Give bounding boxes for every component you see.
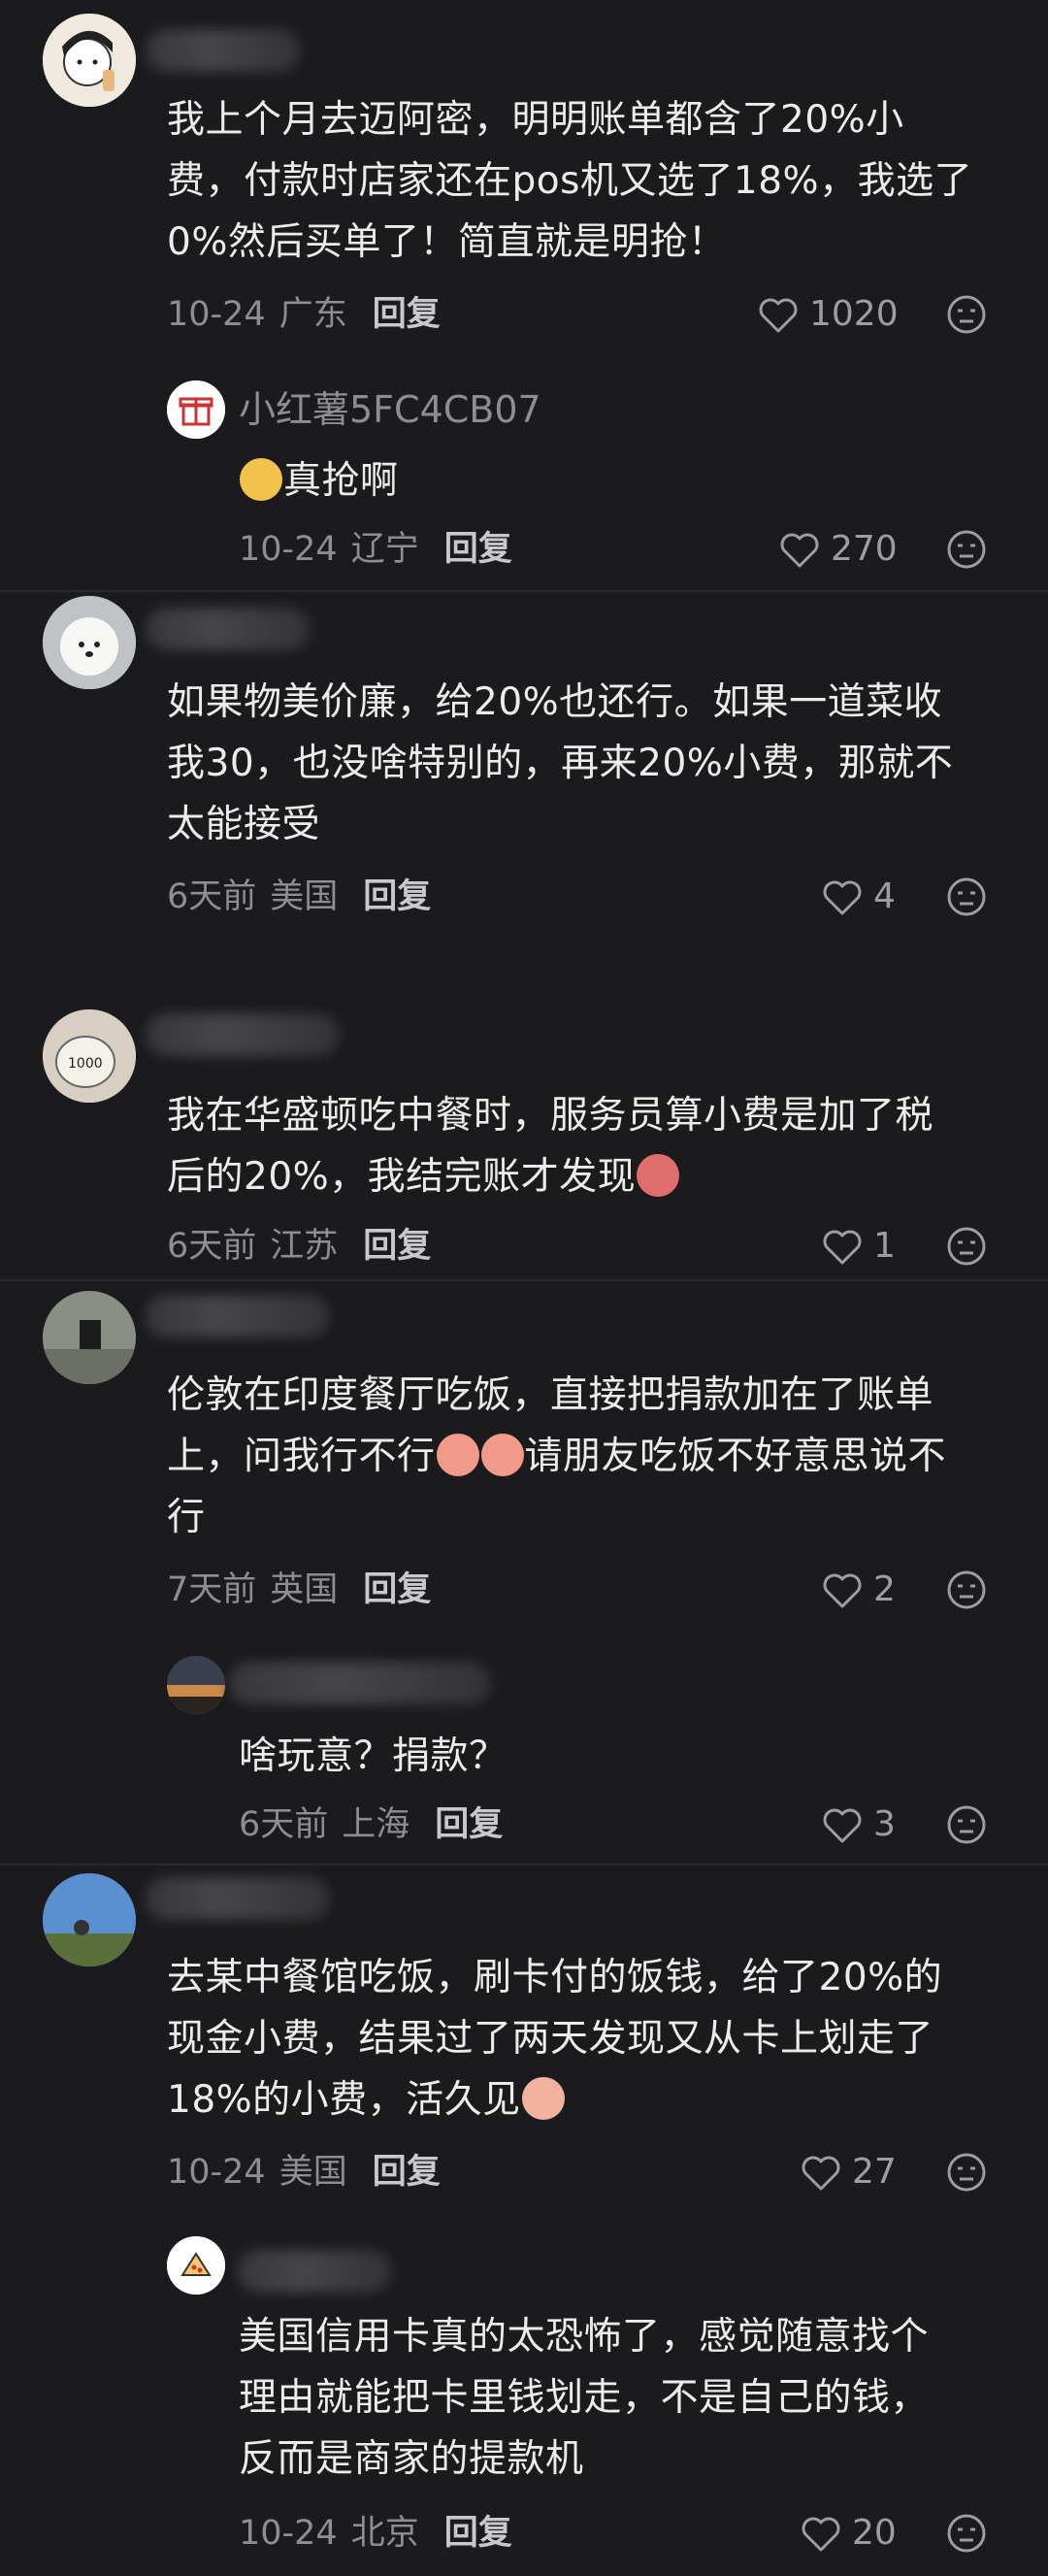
comment-location: 辽宁 (350, 530, 419, 569)
username-blurred[interactable] (146, 1877, 330, 1920)
emoji (637, 1154, 680, 1197)
avatar[interactable] (43, 1873, 136, 1966)
heart-icon (780, 533, 819, 568)
reply-button[interactable]: 回复 (444, 2512, 512, 2555)
comment-text: 我上个月去迈阿密，明明账单都含了20%小 费，付款时店家还在pos机又选了18%… (167, 98, 973, 264)
emoji (521, 2077, 565, 2120)
comment-date: 6天前 (167, 1227, 257, 1266)
comment-location: 江苏 (270, 1227, 339, 1266)
like-count: 2 (873, 1569, 896, 1609)
avatar[interactable] (167, 2236, 225, 2295)
dislike-face-icon[interactable] (946, 1804, 987, 1845)
comment-location: 美国 (270, 877, 339, 916)
username-blurred[interactable] (146, 29, 301, 72)
comment-text: 伦敦在印度餐厅吃饭，直接把捐款加在了账单 上，问我行不行 请朋友吃饭不好意思说不 … (167, 1373, 947, 1539)
svg-text:1000: 1000 (68, 1056, 103, 1072)
like-button[interactable]: 27 (800, 2151, 897, 2194)
comment-meta: 7天前 英国 回复 (167, 1569, 431, 1611)
comment-location: 广东 (278, 295, 347, 334)
dislike-face-icon[interactable] (946, 2513, 987, 2554)
heart-icon (823, 1573, 862, 1608)
reply-text: 真抢啊 (239, 450, 399, 512)
comment-date: 10-24 (239, 530, 338, 569)
like-count: 27 (852, 2152, 897, 2192)
heart-icon (823, 1230, 862, 1265)
comment-date: 6天前 (239, 1805, 329, 1844)
username-blurred[interactable] (237, 2250, 392, 2293)
dislike-face-icon[interactable] (946, 876, 987, 917)
username-blurred[interactable] (229, 1662, 491, 1704)
avatar[interactable] (167, 1656, 225, 1714)
like-button[interactable]: 3 (821, 1803, 896, 1846)
comment-meta: 6天前 美国 回复 (167, 875, 431, 918)
comment-location: 美国 (278, 2153, 347, 2192)
like-count: 20 (852, 2513, 897, 2553)
comment-text: 去某中餐馆吃饭，刷卡付的饭钱，给了20%的 现金小费，结果过了两天发现又从卡上划… (167, 1956, 943, 2122)
dislike-face-icon[interactable] (946, 294, 987, 335)
like-count: 3 (873, 1804, 896, 1844)
comment-date: 7天前 (167, 1570, 257, 1609)
reply-button[interactable]: 回复 (373, 293, 441, 336)
divider (0, 1279, 1048, 1281)
reply-text: 啥玩意？捐款？ (239, 1734, 508, 1778)
comment-date: 10-24 (167, 295, 266, 334)
heart-icon (802, 2517, 840, 2552)
avatar[interactable] (43, 596, 136, 689)
reply-button[interactable]: 回复 (363, 875, 431, 918)
comment-date: 6天前 (167, 877, 257, 916)
reply-button[interactable]: 回复 (444, 528, 512, 571)
username-blurred[interactable] (146, 1295, 330, 1338)
comment-list: 我上个月去迈阿密，明明账单都含了20%小 费，付款时店家还在pos机又选了18%… (0, 0, 1048, 2576)
comment-meta: 10-24 广东 回复 (167, 293, 441, 336)
like-button[interactable]: 1020 (757, 293, 899, 336)
dislike-face-icon[interactable] (946, 1226, 987, 1267)
heart-icon (823, 1808, 862, 1843)
emoji (240, 458, 282, 501)
comment-date: 10-24 (167, 2153, 266, 2192)
like-button[interactable]: 20 (800, 2512, 897, 2555)
comment-text: 我在华盛顿吃中餐时，服务员算小费是加了税 后的20%，我结完账才发现 (167, 1094, 934, 1199)
heart-icon (823, 880, 862, 915)
avatar[interactable] (167, 380, 225, 439)
emoji (436, 1434, 479, 1476)
avatar[interactable]: 1000 (43, 1009, 136, 1103)
comment-location: 英国 (270, 1570, 339, 1609)
like-button[interactable]: 2 (821, 1569, 896, 1611)
reply-text: 美国信用卡真的太恐怖了，感觉随意找个 理由就能把卡里钱划走，不是自己的钱， 反而… (239, 2315, 930, 2481)
reply-button[interactable]: 回复 (363, 1569, 431, 1611)
comment-meta: 6天前 江苏 回复 (167, 1225, 431, 1268)
username-blurred[interactable] (146, 608, 311, 650)
like-count: 4 (873, 876, 896, 916)
gift-icon (167, 380, 225, 439)
comment-location: 上海 (342, 1805, 410, 1844)
like-button[interactable]: 4 (821, 875, 896, 918)
dislike-face-icon[interactable] (946, 529, 987, 570)
divider (0, 1864, 1048, 1866)
comment-meta: 10-24 辽宁 回复 (239, 528, 512, 571)
heart-icon (802, 2156, 840, 2191)
like-count: 1020 (809, 294, 899, 334)
reply-button[interactable]: 回复 (373, 2151, 441, 2194)
comment-date: 10-24 (239, 2514, 338, 2553)
dislike-face-icon[interactable] (946, 2152, 987, 2193)
dislike-face-icon[interactable] (946, 1569, 987, 1610)
username[interactable]: 小红薯5FC4CB07 (239, 388, 541, 431)
comment-text: 如果物美价廉，给20%也还行。如果一道菜收 我30，也没啥特别的，再来20%小费… (167, 680, 954, 846)
like-count: 1 (873, 1226, 896, 1266)
comment-location: 北京 (350, 2514, 419, 2553)
reply-button[interactable]: 回复 (363, 1225, 431, 1268)
comment-meta: 10-24 北京 回复 (239, 2512, 512, 2555)
comment-meta: 6天前 上海 回复 (239, 1803, 503, 1846)
heart-icon (759, 298, 798, 333)
emoji (480, 1434, 524, 1476)
like-button[interactable]: 1 (821, 1225, 896, 1268)
like-button[interactable]: 270 (778, 528, 898, 571)
avatar[interactable] (43, 14, 136, 107)
comment-meta: 10-24 美国 回复 (167, 2151, 441, 2194)
avatar[interactable] (43, 1291, 136, 1384)
like-count: 270 (831, 529, 898, 569)
username-blurred[interactable] (146, 1013, 340, 1056)
reply-button[interactable]: 回复 (435, 1803, 503, 1846)
divider (0, 590, 1048, 592)
